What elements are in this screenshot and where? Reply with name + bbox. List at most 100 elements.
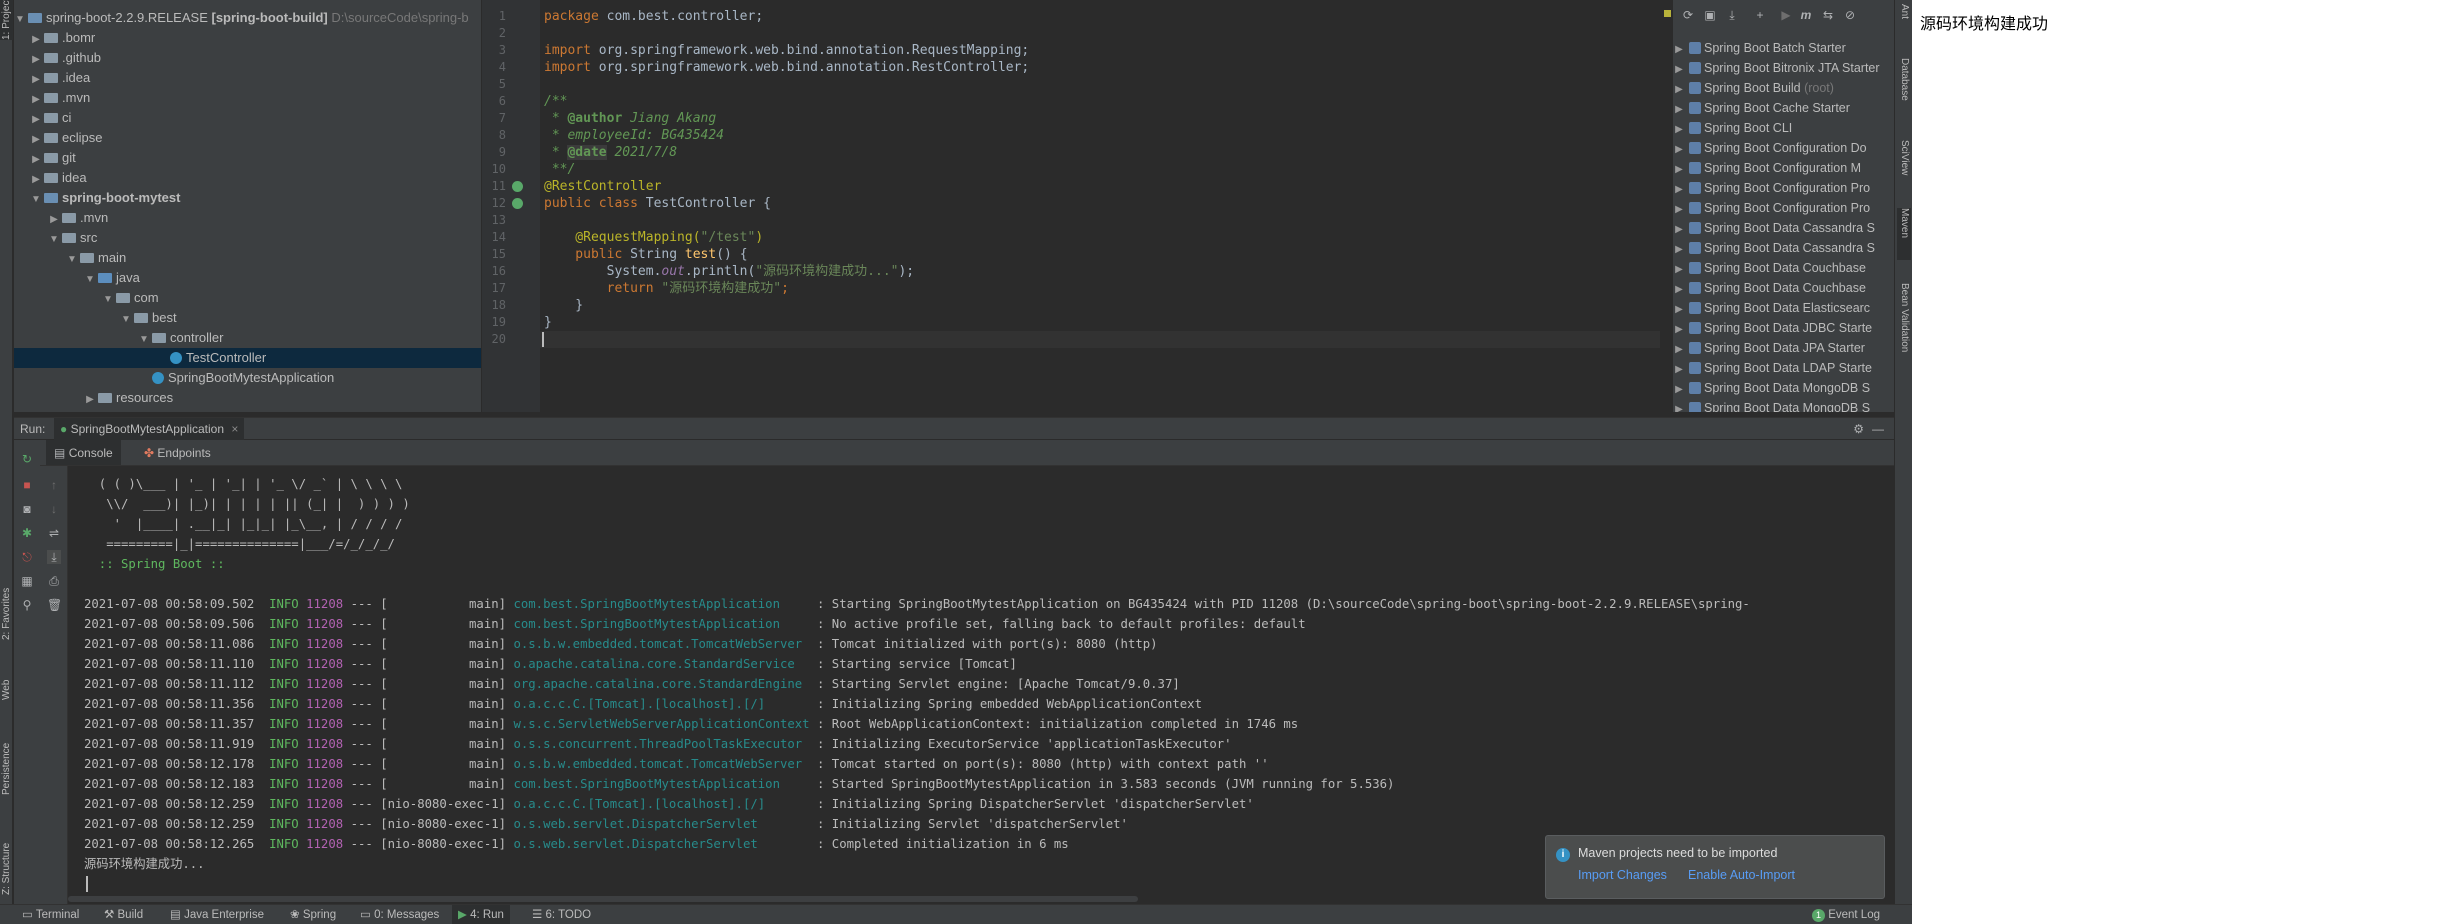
run-icon[interactable]: ▶ bbox=[1779, 8, 1793, 22]
info-icon: i bbox=[1556, 848, 1570, 862]
inspection-status-icon[interactable] bbox=[1664, 10, 1671, 17]
tree-item[interactable]: ▼ main bbox=[14, 248, 481, 268]
tree-item[interactable]: ▶ idea bbox=[14, 168, 481, 188]
event-log-tab[interactable]: 1 Event Log bbox=[1812, 905, 1880, 924]
spring-boot-label: :: Spring Boot :: bbox=[84, 557, 225, 571]
camera-icon[interactable]: ◙ bbox=[20, 502, 34, 516]
maven-project-item[interactable]: ▶ Spring Boot Data Cassandra S bbox=[1673, 218, 1894, 238]
close-icon[interactable]: × bbox=[231, 422, 238, 436]
tab-favorites[interactable]: 2: Favorites bbox=[0, 560, 13, 640]
maven-project-item[interactable]: ▶ Spring Boot Data Couchbase bbox=[1673, 258, 1894, 278]
tab-database[interactable]: Database bbox=[1897, 58, 1911, 118]
tree-item[interactable]: ▶ .mvn bbox=[14, 88, 481, 108]
tree-item[interactable]: ▼ java bbox=[14, 268, 481, 288]
tree-item[interactable]: ▶ .bomr bbox=[14, 28, 481, 48]
maven-project-item[interactable]: ▶ Spring Boot Data MongoDB S bbox=[1673, 398, 1894, 412]
download-icon[interactable]: ⤓ bbox=[1725, 8, 1739, 22]
tab-maven[interactable]: Maven bbox=[1897, 208, 1911, 260]
maven-project-item[interactable]: ▶ Spring Boot Data MongoDB S bbox=[1673, 378, 1894, 398]
up-arrow-icon[interactable]: ↑ bbox=[47, 478, 61, 492]
gear-icon[interactable]: ⚙ bbox=[1853, 418, 1864, 440]
maven-project-item[interactable]: ▶ Spring Boot Configuration Pro bbox=[1673, 198, 1894, 218]
editor-scrollbar[interactable] bbox=[1662, 0, 1672, 412]
tab-structure[interactable]: Z: Structure bbox=[0, 815, 13, 895]
import-changes-link[interactable]: Import Changes bbox=[1578, 868, 1667, 882]
endpoints-icon: ✤ bbox=[144, 446, 155, 460]
spring-bean-icon[interactable] bbox=[512, 181, 523, 192]
maven-project-item[interactable]: ▶ Spring Boot Batch Starter bbox=[1673, 38, 1894, 58]
tree-item[interactable]: ▶ resources bbox=[14, 388, 481, 408]
tree-item[interactable]: ▶ .github bbox=[14, 48, 481, 68]
tree-item[interactable]: SpringBootMytestApplication bbox=[14, 368, 481, 388]
tree-item[interactable]: ▶ .idea bbox=[14, 68, 481, 88]
tab-endpoints[interactable]: ✤ Endpoints bbox=[136, 440, 219, 466]
soft-wrap-icon[interactable]: ⇌ bbox=[47, 526, 61, 540]
toggle-offline-icon[interactable]: ⇆ bbox=[1821, 8, 1835, 22]
layout-icon[interactable]: ▦ bbox=[20, 574, 34, 588]
todo-tab[interactable]: ☰ 6: TODO bbox=[532, 905, 591, 924]
tree-item[interactable]: ▼ src bbox=[14, 228, 481, 248]
tree-item[interactable]: ▼ controller bbox=[14, 328, 481, 348]
maven-project-item[interactable]: ▶ Spring Boot Data LDAP Starte bbox=[1673, 358, 1894, 378]
java-enterprise-tab[interactable]: ▤ Java Enterprise bbox=[170, 905, 264, 924]
print-icon[interactable]: ⎙ bbox=[47, 574, 61, 588]
intellij-window: 1: Project 2: Favorites Web Persistence … bbox=[0, 0, 1912, 924]
tab-ant[interactable]: Ant bbox=[1897, 4, 1911, 34]
build-tab[interactable]: ⚒ Build bbox=[104, 905, 143, 924]
tab-bean-validation[interactable]: Bean Validation bbox=[1897, 283, 1911, 383]
down-arrow-icon[interactable]: ↓ bbox=[47, 502, 61, 516]
tree-item[interactable]: ▶ git bbox=[14, 148, 481, 168]
plus-icon[interactable]: + bbox=[1753, 8, 1767, 22]
tab-project[interactable]: 1: Project bbox=[0, 0, 13, 40]
spring-bean-icon[interactable] bbox=[512, 198, 523, 209]
maven-project-item[interactable]: ▶ Spring Boot Configuration Pro bbox=[1673, 178, 1894, 198]
maven-goal-icon[interactable]: m bbox=[1799, 8, 1813, 22]
maven-project-item[interactable]: ▶ Spring Boot Cache Starter bbox=[1673, 98, 1894, 118]
tree-item[interactable]: ▶ .mvn bbox=[14, 208, 481, 228]
tree-item[interactable]: ▶ ci bbox=[14, 108, 481, 128]
tree-item-selected[interactable]: TestController bbox=[14, 348, 481, 368]
tree-item[interactable]: ▼ best bbox=[14, 308, 481, 328]
maven-project-item[interactable]: ▶ Spring Boot Configuration Do bbox=[1673, 138, 1894, 158]
messages-tab[interactable]: ▭ 0: Messages bbox=[360, 905, 439, 924]
tree-item[interactable]: ▶ eclipse bbox=[14, 128, 481, 148]
rerun-icon[interactable]: ↻ bbox=[20, 452, 34, 466]
tab-sciview[interactable]: SciView bbox=[1897, 140, 1911, 190]
debug-icon[interactable]: ✱ bbox=[20, 526, 34, 540]
maven-project-item[interactable]: ▶ Spring Boot Data Elasticsearc bbox=[1673, 298, 1894, 318]
tab-web[interactable]: Web bbox=[0, 660, 13, 700]
tree-item[interactable]: ▼ com bbox=[14, 288, 481, 308]
run-tab[interactable]: ▶ 4: Run bbox=[452, 905, 510, 924]
maven-project-item[interactable]: ▶ Spring Boot CLI bbox=[1673, 118, 1894, 138]
stop-icon[interactable]: ■ bbox=[20, 478, 34, 492]
tree-item-module[interactable]: ▼ spring-boot-mytest bbox=[14, 188, 481, 208]
trash-icon[interactable]: 🗑 bbox=[47, 598, 62, 612]
terminal-tab[interactable]: ▭ Terminal bbox=[22, 905, 79, 924]
maven-project-item[interactable]: ▶ Spring Boot Data JDBC Starte bbox=[1673, 318, 1894, 338]
code-line: * employeeId: BG435424 bbox=[544, 128, 725, 143]
code-editor[interactable]: package com.best.controller; import org.… bbox=[540, 0, 1672, 412]
spring-tab[interactable]: ❀ Spring bbox=[290, 905, 336, 924]
tree-root[interactable]: ▼ spring-boot-2.2.9.RELEASE [spring-boot-… bbox=[14, 8, 481, 28]
maven-project-item[interactable]: ▶ Spring Boot Data Cassandra S bbox=[1673, 238, 1894, 258]
response-text: 源码环境构建成功 bbox=[1920, 14, 2049, 33]
maven-project-item[interactable]: ▶ Spring Boot Data Couchbase bbox=[1673, 278, 1894, 298]
maven-project-item[interactable]: ▶ Spring Boot Data JPA Starter bbox=[1673, 338, 1894, 358]
maven-project-item[interactable]: ▶ Spring Boot Build (root) bbox=[1673, 78, 1894, 98]
scroll-to-end-icon[interactable]: ⤓ bbox=[47, 550, 61, 564]
minimize-icon[interactable]: — bbox=[1872, 418, 1884, 440]
enable-auto-import-link[interactable]: Enable Auto-Import bbox=[1688, 868, 1795, 882]
skip-tests-icon[interactable]: ⊘ bbox=[1843, 8, 1857, 22]
bottom-tool-bar: ▭ Terminal ⚒ Build ▤ Java Enterprise ❀ S… bbox=[0, 904, 1912, 924]
maven-project-item[interactable]: ▶ Spring Boot Bitronix JTA Starter bbox=[1673, 58, 1894, 78]
refresh-icon[interactable]: ⟳ bbox=[1681, 8, 1695, 22]
add-folder-icon[interactable]: ▣ bbox=[1703, 8, 1717, 22]
line-number: 15 bbox=[491, 247, 506, 261]
run-config-tab[interactable]: ● SpringBootMytestApplication × bbox=[54, 418, 245, 440]
console-hscrollbar[interactable] bbox=[68, 896, 1138, 902]
maven-project-item[interactable]: ▶ Spring Boot Configuration M bbox=[1673, 158, 1894, 178]
exit-icon[interactable]: ⎋ bbox=[20, 550, 34, 564]
pin-icon[interactable]: ⚲ bbox=[20, 598, 34, 612]
tab-console[interactable]: ▤ Console bbox=[46, 440, 121, 465]
tab-persistence[interactable]: Persistence bbox=[0, 715, 13, 795]
